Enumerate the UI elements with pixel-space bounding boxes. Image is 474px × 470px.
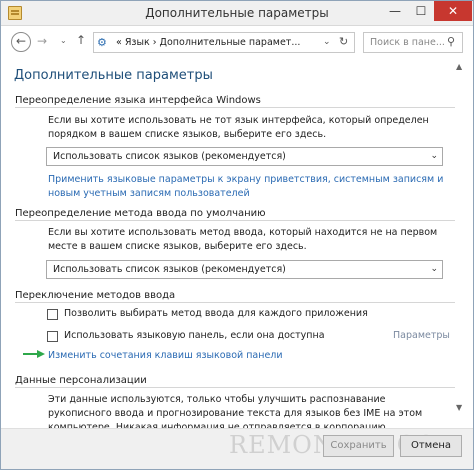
input-method-select-value: Использовать список языков (рекомендуетс…: [53, 264, 286, 275]
apply-to-welcome-screen-link[interactable]: Применить языковые параметры к экрану пр…: [48, 173, 448, 201]
section-title-personalization: Данные персонализации: [15, 375, 147, 386]
ui-language-description: Если вы хотите использовать не тот язык …: [48, 115, 429, 140]
divider: [15, 220, 455, 221]
refresh-icon[interactable]: ↻: [339, 35, 348, 48]
scroll-up-icon[interactable]: ▲: [456, 62, 462, 71]
search-box[interactable]: Поиск в пане... ⚲: [363, 32, 463, 53]
address-chevron-down-icon[interactable]: ⌄: [323, 37, 331, 47]
title-bar: Дополнительные параметры — ☐ ✕: [1, 1, 473, 26]
input-method-select[interactable]: Использовать список языков (рекомендуетс…: [46, 260, 443, 279]
recent-locations-chevron-icon[interactable]: ⌄: [60, 36, 67, 45]
personalization-description: Эти данные используются, только чтобы ул…: [48, 394, 423, 428]
settings-content: ▲ Дополнительные параметры Переопределен…: [1, 58, 473, 428]
address-bar[interactable]: ⚙ « Язык › Дополнительные парамет... ⌄ ↻: [93, 32, 355, 53]
maximize-button[interactable]: ☐: [408, 1, 434, 21]
language-bar-option[interactable]: Использовать языковую панель, если она д…: [47, 330, 347, 344]
chevron-down-icon: ⌄: [430, 264, 438, 274]
language-bar-label[interactable]: Использовать языковую панель, если она д…: [64, 330, 325, 341]
language-bar-options-link[interactable]: Параметры: [393, 330, 450, 341]
dialog-window: Дополнительные параметры — ☐ ✕ ← → ⌄ ↑ ⚙…: [0, 0, 474, 470]
up-arrow-icon[interactable]: ↑: [76, 33, 86, 47]
search-icon[interactable]: ⚲: [447, 35, 455, 48]
navigation-bar: ← → ⌄ ↑ ⚙ « Язык › Дополнительные параме…: [1, 27, 473, 57]
forward-arrow-icon[interactable]: →: [37, 34, 47, 48]
close-button[interactable]: ✕: [434, 1, 472, 21]
divider: [15, 387, 455, 388]
change-hotkeys-link[interactable]: Изменить сочетания клавиш языковой панел…: [48, 349, 283, 363]
minimize-button[interactable]: —: [382, 1, 408, 21]
divider: [15, 302, 455, 303]
per-app-input-method-checkbox[interactable]: [47, 309, 58, 320]
scroll-down-icon[interactable]: ▼: [456, 403, 462, 412]
section-title-switching: Переключение методов ввода: [15, 290, 176, 301]
save-button[interactable]: Сохранить: [323, 435, 394, 457]
section-title-input-method: Переопределение метода ввода по умолчани…: [15, 208, 266, 219]
green-arrow-icon: [23, 350, 45, 358]
dialog-footer: REMONTKA.COM Сохранить Отмена: [1, 428, 473, 469]
section-title-ui-language: Переопределение языка интерфейса Windows: [15, 95, 261, 106]
page-title: Дополнительные параметры: [14, 68, 213, 83]
per-app-input-method-option[interactable]: Позволить выбирать метод ввода для каждо…: [47, 308, 368, 322]
chevron-down-icon: ⌄: [430, 151, 438, 161]
search-input[interactable]: Поиск в пане...: [370, 37, 445, 48]
control-panel-small-icon: ⚙: [97, 36, 107, 49]
cancel-button[interactable]: Отмена: [400, 435, 462, 457]
per-app-input-method-label[interactable]: Позволить выбирать метод ввода для каждо…: [64, 308, 368, 319]
ui-language-select[interactable]: Использовать список языков (рекомендуетс…: [46, 147, 443, 166]
breadcrumb[interactable]: « Язык › Дополнительные парамет...: [116, 37, 300, 48]
ui-language-select-value: Использовать список языков (рекомендуетс…: [53, 151, 286, 162]
language-bar-checkbox[interactable]: [47, 331, 58, 342]
input-method-description: Если вы хотите использовать метод ввода,…: [48, 227, 438, 252]
divider: [15, 107, 455, 108]
back-arrow-icon[interactable]: ←: [11, 32, 31, 52]
